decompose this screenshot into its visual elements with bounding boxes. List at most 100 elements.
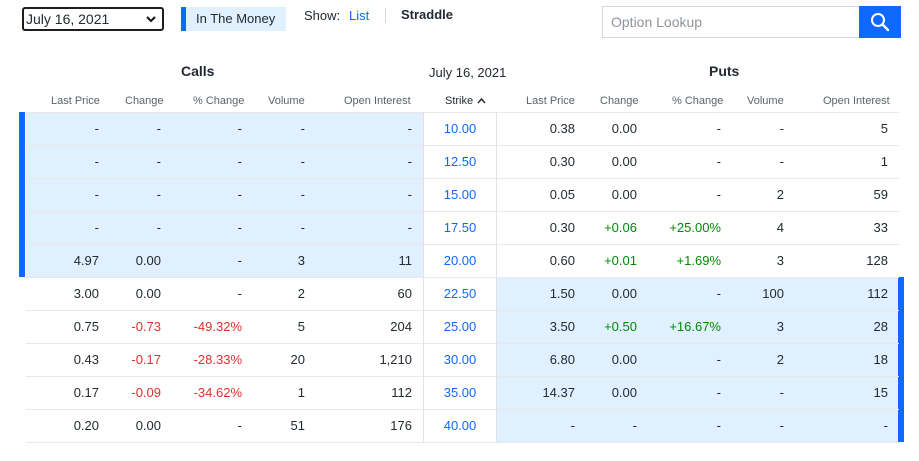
- puts-cell-open-interest: 18: [873, 352, 888, 367]
- calls-cell-volume: -: [300, 220, 305, 235]
- strike-link[interactable]: 25.00: [424, 310, 496, 343]
- puts-cell-pct-change: -: [716, 154, 721, 169]
- strike-link[interactable]: 30.00: [424, 343, 496, 376]
- calls-cell-open-interest: -: [407, 220, 412, 235]
- calls-cell-change: -: [156, 220, 161, 235]
- calls-cell-open-interest: 176: [390, 418, 412, 433]
- puts-header-volume[interactable]: Volume: [747, 95, 784, 107]
- calls-cell-pct-change: -49.32%: [193, 319, 242, 334]
- puts-cell-change: 0.00: [611, 286, 637, 301]
- puts-title: Puts: [709, 63, 740, 79]
- calls-header-volume[interactable]: Volume: [268, 95, 305, 107]
- strike-column-border: [423, 112, 424, 442]
- calls-itm-bar: [19, 178, 25, 211]
- strike-link[interactable]: 35.00: [424, 376, 496, 409]
- calls-header-open-interest[interactable]: Open Interest: [344, 95, 411, 107]
- calls-cell-last-price: 3.00: [73, 286, 99, 301]
- row-separator: [26, 442, 899, 443]
- puts-cell-last-price: 0.05: [549, 187, 575, 202]
- puts-cell-change: 0.00: [611, 352, 637, 367]
- calls-cell-volume: 1: [297, 385, 305, 400]
- puts-cell-pct-change: -: [716, 286, 721, 301]
- puts-cell-volume: -: [779, 121, 784, 136]
- puts-cell-volume: -: [779, 385, 784, 400]
- calls-cell-change: -0.17: [131, 352, 161, 367]
- puts-cell-change: 0.00: [611, 154, 637, 169]
- calls-cell-pct-change: -: [237, 286, 242, 301]
- puts-cell-change: +0.50: [604, 319, 637, 334]
- calls-cell-volume: 5: [297, 319, 305, 334]
- calls-cell-change: -: [156, 154, 161, 169]
- calls-cell-pct-change: -: [237, 418, 242, 433]
- row-separator: [26, 244, 899, 245]
- puts-cell-volume: 2: [776, 352, 784, 367]
- calls-cell-last-price: -: [94, 121, 99, 136]
- calls-header-pct-change[interactable]: % Change: [193, 95, 244, 107]
- calls-cell-open-interest: -: [407, 121, 412, 136]
- calls-cell-volume: 20: [290, 352, 305, 367]
- puts-header-open-interest[interactable]: Open Interest: [823, 95, 890, 107]
- strike-link[interactable]: 40.00: [424, 409, 496, 442]
- calls-cell-change: -: [156, 187, 161, 202]
- in-the-money-toggle[interactable]: In The Money: [181, 7, 286, 31]
- calls-cell-last-price: 0.17: [73, 385, 99, 400]
- chevron-down-icon: [146, 16, 156, 23]
- calls-cell-pct-change: -34.62%: [193, 385, 242, 400]
- row-separator: [26, 409, 899, 410]
- strike-link[interactable]: 12.50: [424, 145, 496, 178]
- calls-cell-open-interest: 112: [391, 385, 412, 400]
- strike-header[interactable]: Strike: [445, 95, 486, 107]
- list-view-link[interactable]: List: [349, 8, 369, 23]
- calls-cell-pct-change: -: [237, 253, 242, 268]
- puts-header-pct-change[interactable]: % Change: [672, 95, 723, 107]
- option-lookup-input[interactable]: [602, 6, 860, 38]
- puts-cell-change: +0.06: [604, 220, 637, 235]
- puts-cell-open-interest: 15: [873, 385, 888, 400]
- puts-cell-volume: 100: [762, 286, 784, 301]
- calls-cell-last-price: -: [94, 187, 99, 202]
- puts-cell-volume: 3: [776, 319, 784, 334]
- row-separator: [26, 343, 899, 344]
- row-separator: [26, 178, 899, 179]
- straddle-view-link[interactable]: Straddle: [401, 7, 453, 22]
- row-separator: [26, 376, 899, 377]
- puts-cell-change: 0.00: [611, 121, 637, 136]
- calls-cell-volume: 2: [297, 286, 305, 301]
- puts-cell-pct-change: +1.69%: [676, 253, 721, 268]
- strike-link[interactable]: 20.00: [424, 244, 496, 277]
- calls-cell-open-interest: 1,210: [379, 352, 412, 367]
- puts-itm-bar: [898, 343, 904, 376]
- puts-cell-volume: -: [779, 418, 784, 433]
- strike-link[interactable]: 15.00: [424, 178, 496, 211]
- puts-cell-open-interest: 1: [880, 154, 888, 169]
- calls-cell-pct-change: -28.33%: [193, 352, 242, 367]
- puts-cell-last-price: 0.30: [549, 220, 575, 235]
- calls-header-last-price[interactable]: Last Price: [51, 95, 100, 107]
- calls-cell-open-interest: -: [407, 154, 412, 169]
- strike-link[interactable]: 22.50: [424, 277, 496, 310]
- puts-cell-last-price: 3.50: [549, 319, 575, 334]
- puts-cell-change: 0.00: [611, 187, 637, 202]
- puts-cell-last-price: 0.60: [549, 253, 575, 268]
- calls-itm-bar: [19, 211, 25, 244]
- calls-itm-bar: [19, 112, 25, 145]
- calls-cell-change: -0.09: [131, 385, 161, 400]
- calls-header-change[interactable]: Change: [125, 95, 164, 107]
- puts-cell-pct-change: +25.00%: [669, 220, 721, 235]
- calls-cell-last-price: 0.75: [73, 319, 99, 334]
- strike-link[interactable]: 17.50: [424, 211, 496, 244]
- calls-cell-pct-change: -: [237, 121, 242, 136]
- calls-cell-last-price: 4.97: [73, 253, 99, 268]
- expiration-date-select[interactable]: July 16, 2021: [22, 7, 164, 31]
- puts-cell-pct-change: -: [716, 121, 721, 136]
- calls-cell-change: 0.00: [135, 253, 161, 268]
- puts-header-change[interactable]: Change: [600, 95, 639, 107]
- calls-cell-pct-change: -: [237, 154, 242, 169]
- calls-itm-bar: [19, 145, 25, 178]
- puts-header-last-price[interactable]: Last Price: [526, 95, 575, 107]
- search-button[interactable]: [859, 6, 901, 38]
- strike-link[interactable]: 10.00: [424, 112, 496, 145]
- puts-cell-volume: 3: [776, 253, 784, 268]
- calls-itm-bar: [19, 244, 25, 277]
- puts-cell-open-interest: 59: [873, 187, 888, 202]
